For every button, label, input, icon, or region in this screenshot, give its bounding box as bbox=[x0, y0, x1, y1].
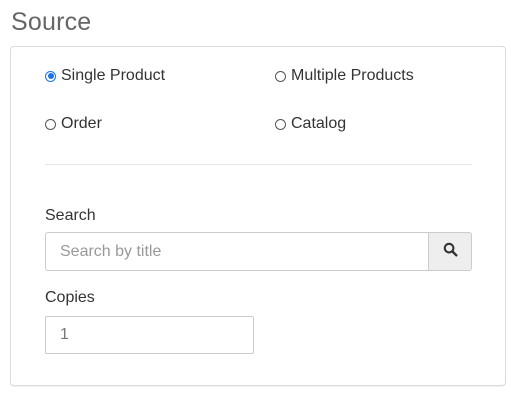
radio-multiple-products[interactable]: Multiple Products bbox=[275, 67, 414, 85]
radio-order-indicator[interactable] bbox=[45, 118, 56, 130]
radio-catalog-indicator[interactable] bbox=[275, 118, 286, 130]
search-input[interactable] bbox=[45, 232, 428, 271]
radio-order-label: Order bbox=[61, 115, 102, 132]
source-panel: Single Product Multiple Products Order C… bbox=[10, 46, 506, 386]
radio-single-product-label: Single Product bbox=[61, 67, 166, 84]
search-group bbox=[45, 232, 472, 271]
radio-order[interactable]: Order bbox=[45, 115, 102, 133]
radio-catalog-label: Catalog bbox=[291, 115, 347, 132]
radio-multiple-products-indicator[interactable] bbox=[275, 70, 286, 82]
copies-input[interactable] bbox=[45, 316, 254, 354]
radio-single-product[interactable]: Single Product bbox=[45, 67, 165, 85]
search-label: Search bbox=[45, 207, 96, 224]
radio-multiple-products-label: Multiple Products bbox=[291, 67, 414, 84]
section-divider bbox=[45, 164, 472, 165]
radio-catalog[interactable]: Catalog bbox=[275, 115, 346, 133]
search-button[interactable] bbox=[428, 232, 472, 271]
radio-single-product-indicator[interactable] bbox=[45, 70, 56, 82]
copies-label: Copies bbox=[45, 289, 95, 306]
source-page: Source Single Product Multiple Products … bbox=[0, 0, 511, 396]
search-icon bbox=[443, 242, 458, 262]
page-title: Source bbox=[11, 8, 92, 36]
